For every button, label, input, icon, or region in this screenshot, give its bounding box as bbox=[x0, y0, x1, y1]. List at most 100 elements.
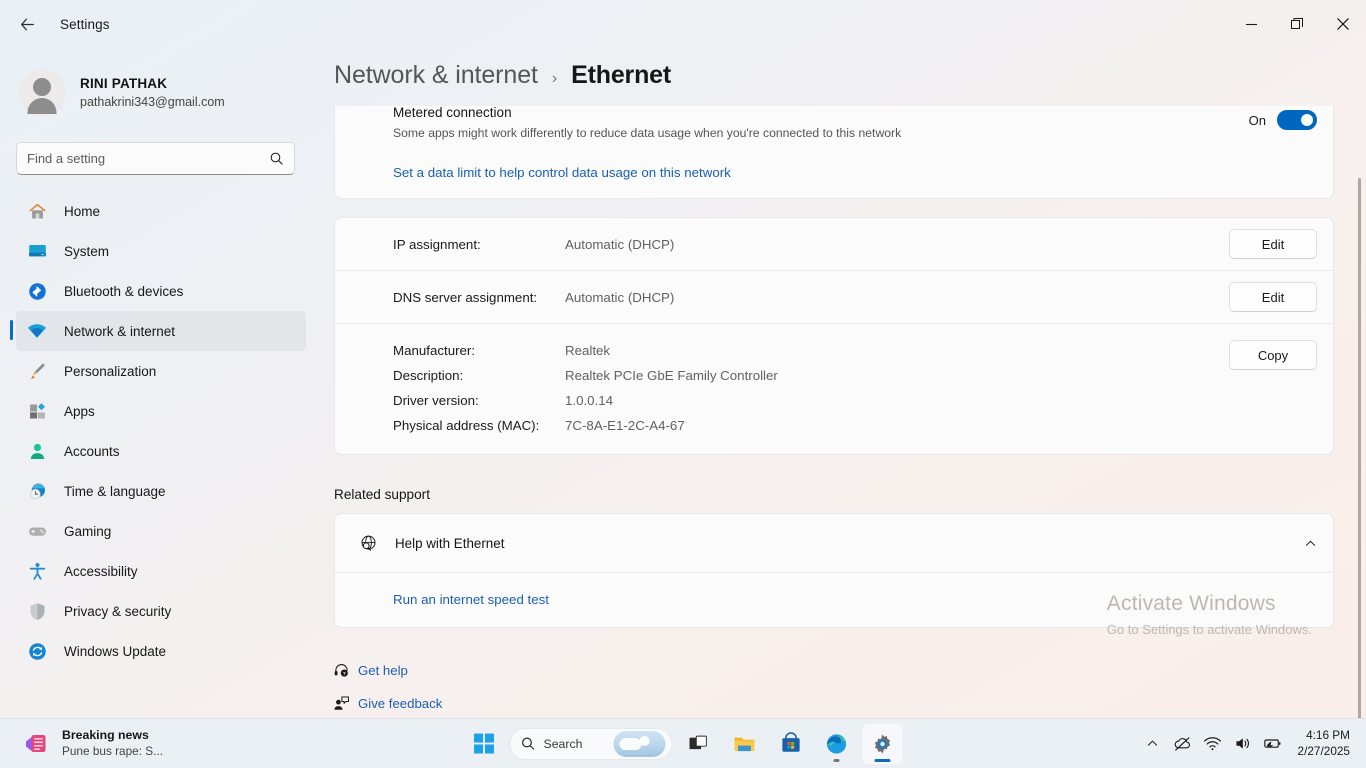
bluetooth-icon bbox=[24, 278, 50, 304]
settings-button[interactable] bbox=[863, 724, 903, 764]
mac-address-value: 7C-8A-E1-2C-A4-67 bbox=[565, 418, 685, 433]
sidebar-item-apps[interactable]: Apps bbox=[16, 391, 306, 431]
set-data-limit-link[interactable]: Set a data limit to help control data us… bbox=[393, 165, 731, 180]
apps-icon bbox=[24, 398, 50, 424]
taskbar-center: Search bbox=[464, 724, 903, 764]
sidebar-item-label: Accounts bbox=[64, 444, 120, 459]
metered-toggle-label: On bbox=[1249, 113, 1266, 128]
start-button[interactable] bbox=[464, 724, 504, 764]
battery-icon bbox=[1262, 733, 1283, 754]
get-help-label: Get help bbox=[358, 663, 408, 678]
sidebar-item-network-internet[interactable]: Network & internet bbox=[16, 311, 306, 351]
related-support-heading: Related support bbox=[334, 487, 1366, 502]
settings-window: Settings RIN bbox=[0, 0, 1366, 768]
folder-icon bbox=[733, 732, 757, 756]
sidebar-item-personalization[interactable]: Personalization bbox=[16, 351, 306, 391]
breadcrumb-parent[interactable]: Network & internet bbox=[334, 61, 538, 90]
active-indicator bbox=[875, 759, 891, 762]
app-title: Settings bbox=[60, 17, 110, 32]
show-hidden-icons-button[interactable] bbox=[1138, 727, 1168, 761]
taskbar-search[interactable]: Search bbox=[510, 728, 673, 760]
vertical-scrollbar[interactable] bbox=[1358, 178, 1361, 718]
time-icon bbox=[24, 478, 50, 504]
sidebar-item-home[interactable]: Home bbox=[16, 191, 306, 231]
windows-logo-icon bbox=[472, 732, 495, 755]
onedrive-offline-button[interactable] bbox=[1168, 727, 1198, 761]
search-box[interactable] bbox=[16, 142, 295, 175]
mac-address-label: Physical address (MAC): bbox=[393, 418, 565, 433]
window-controls bbox=[1228, 0, 1366, 48]
run-speed-test-link[interactable]: Run an internet speed test bbox=[393, 592, 549, 607]
accessibility-icon bbox=[24, 558, 50, 584]
volume-icon bbox=[1233, 734, 1252, 753]
metered-connection-row: Metered connection Some apps might work … bbox=[335, 106, 1333, 154]
description-row: Description: Realtek PCIe GbE Family Con… bbox=[393, 363, 1229, 388]
metered-title: Metered connection bbox=[393, 106, 901, 121]
sidebar-item-system[interactable]: System bbox=[16, 231, 306, 271]
page-title: Ethernet bbox=[571, 61, 671, 90]
ip-assignment-edit-button[interactable]: Edit bbox=[1229, 229, 1317, 259]
account-name: RINI PATHAK bbox=[80, 75, 225, 93]
news-title: Breaking news bbox=[62, 728, 163, 743]
back-button[interactable] bbox=[10, 7, 44, 41]
chevron-up-icon[interactable] bbox=[1304, 537, 1317, 550]
taskbar: Breaking news Pune bus rape: S... Search bbox=[0, 718, 1366, 768]
system-icon bbox=[24, 238, 50, 264]
mac-address-row: Physical address (MAC): 7C-8A-E1-2C-A4-6… bbox=[393, 413, 1229, 438]
search-input[interactable] bbox=[27, 151, 269, 166]
ip-assignment-row: IP assignment: Automatic (DHCP) Edit bbox=[335, 218, 1333, 270]
give-feedback-link[interactable]: Give feedback bbox=[324, 687, 1366, 718]
volume-button[interactable] bbox=[1228, 727, 1258, 761]
personalization-icon bbox=[24, 358, 50, 384]
sidebar-item-label: System bbox=[64, 244, 109, 259]
feedback-person-icon bbox=[324, 695, 358, 712]
account-card[interactable]: RINI PATHAK pathakrini343@gmail.com bbox=[0, 48, 320, 124]
update-icon bbox=[24, 638, 50, 664]
sidebar-item-label: Windows Update bbox=[64, 644, 166, 659]
running-indicator bbox=[834, 759, 840, 762]
breadcrumb: Network & internet › Ethernet bbox=[320, 48, 1366, 90]
sidebar-item-accounts[interactable]: Accounts bbox=[16, 431, 306, 471]
sidebar-item-gaming[interactable]: Gaming bbox=[16, 511, 306, 551]
battery-button[interactable] bbox=[1258, 727, 1288, 761]
gear-icon bbox=[871, 732, 895, 756]
sidebar-item-label: Home bbox=[64, 204, 100, 219]
restore-button[interactable] bbox=[1274, 0, 1320, 48]
manufacturer-label: Manufacturer: bbox=[393, 343, 565, 358]
sidebar-item-label: Bluetooth & devices bbox=[64, 284, 183, 299]
sidebar-item-windows-update[interactable]: Windows Update bbox=[16, 631, 306, 671]
sidebar-item-bluetooth-devices[interactable]: Bluetooth & devices bbox=[16, 271, 306, 311]
give-feedback-label: Give feedback bbox=[358, 696, 442, 711]
network-button[interactable] bbox=[1198, 727, 1228, 761]
sidebar-item-accessibility[interactable]: Accessibility bbox=[16, 551, 306, 591]
file-explorer-button[interactable] bbox=[725, 724, 765, 764]
data-limit-row: Set a data limit to help control data us… bbox=[335, 154, 1333, 198]
metered-subtitle: Some apps might work differently to redu… bbox=[393, 126, 901, 140]
help-headset-icon: ? bbox=[324, 662, 358, 679]
sidebar-item-time-language[interactable]: Time & language bbox=[16, 471, 306, 511]
get-help-link[interactable]: ? Get help bbox=[324, 654, 1366, 687]
main-content: Network & internet › Ethernet Metered co… bbox=[320, 48, 1366, 718]
copy-button[interactable]: Copy bbox=[1229, 340, 1317, 370]
dns-assignment-value: Automatic (DHCP) bbox=[565, 290, 674, 305]
microsoft-store-button[interactable] bbox=[771, 724, 811, 764]
adapter-details-block: Manufacturer: Realtek Description: Realt… bbox=[335, 324, 1333, 454]
chevron-up-icon bbox=[1146, 737, 1159, 750]
task-view-button[interactable] bbox=[679, 724, 719, 764]
accounts-icon bbox=[24, 438, 50, 464]
sidebar-item-privacy-security[interactable]: Privacy & security bbox=[16, 591, 306, 631]
news-widget[interactable]: Breaking news Pune bus rape: S... bbox=[0, 728, 300, 758]
dns-assignment-edit-button[interactable]: Edit bbox=[1229, 282, 1317, 312]
help-with-ethernet-row[interactable]: Help with Ethernet bbox=[335, 514, 1333, 572]
minimize-button[interactable] bbox=[1228, 0, 1274, 48]
related-support-card: Help with Ethernet Run an internet speed… bbox=[334, 513, 1334, 628]
microsoft-edge-button[interactable] bbox=[817, 724, 857, 764]
taskbar-search-label: Search bbox=[544, 737, 583, 751]
store-icon bbox=[779, 732, 802, 755]
description-value: Realtek PCIe GbE Family Controller bbox=[565, 368, 778, 383]
metered-toggle[interactable] bbox=[1277, 110, 1317, 130]
close-button[interactable] bbox=[1320, 0, 1366, 48]
toggle-knob bbox=[1301, 114, 1313, 126]
clock[interactable]: 4:16 PM 2/27/2025 bbox=[1288, 728, 1358, 759]
driver-version-value: 1.0.0.14 bbox=[565, 393, 613, 408]
